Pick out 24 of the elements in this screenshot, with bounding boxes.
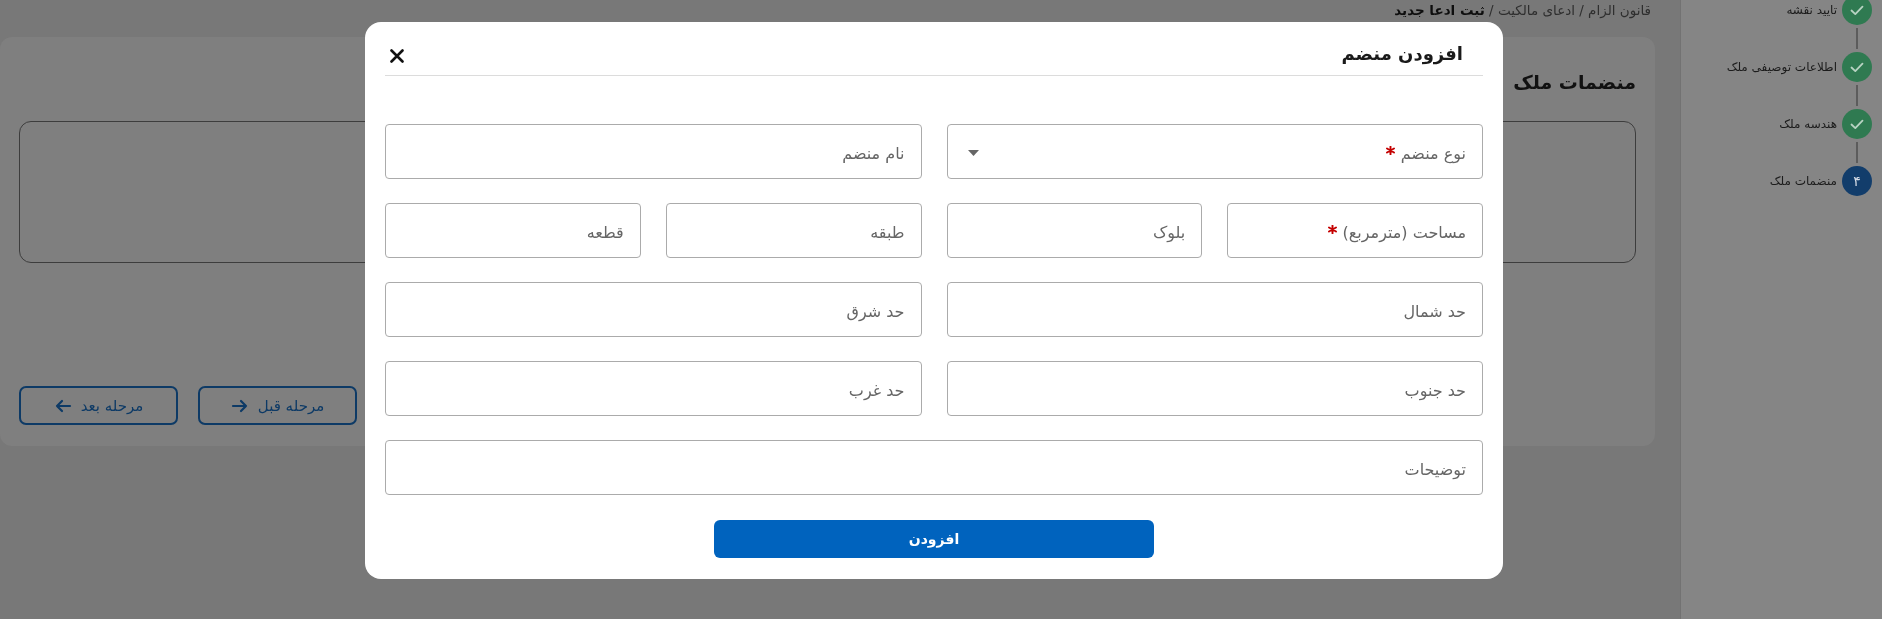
text-field[interactable]: نام منضم <box>385 124 922 179</box>
page-title: منضمات ملک <box>1513 70 1636 95</box>
text-field[interactable]: حد شرق <box>385 282 922 337</box>
text-field[interactable]: حد جنوب <box>946 361 1483 416</box>
breadcrumb: قانون الزام / ادعای مالکیت / ثبت ادعا جدید <box>1394 1 1651 19</box>
arrow-left-icon <box>53 397 72 414</box>
text-field[interactable]: بلوک <box>946 203 1203 258</box>
close-icon[interactable] <box>390 49 404 63</box>
text-field[interactable]: حد شمال <box>946 282 1483 337</box>
text-field[interactable]: حد غرب <box>385 361 922 416</box>
text-field[interactable]: مساحت (مترمربع) <box>1227 203 1483 258</box>
dropdown-field[interactable]: نوع منضم <box>946 124 1483 179</box>
step-label: تایید نقشه <box>1786 3 1837 17</box>
add-button[interactable]: افزودن <box>714 520 1154 558</box>
caret-down-icon <box>967 150 979 156</box>
step-label: منضمات ملک <box>1769 174 1837 188</box>
step-label: اطلاعات توصیفی ملک <box>1726 60 1837 74</box>
step-number: ۴ <box>1842 166 1872 196</box>
dialog-title: افزودن منضم <box>1341 42 1463 66</box>
arrow-right-icon <box>230 397 249 414</box>
text-field[interactable]: توضیحات <box>385 440 1483 495</box>
text-field[interactable]: قطعه <box>385 203 641 258</box>
text-field[interactable]: طبقه <box>665 203 922 258</box>
step-label: هندسه ملک <box>1779 117 1837 131</box>
